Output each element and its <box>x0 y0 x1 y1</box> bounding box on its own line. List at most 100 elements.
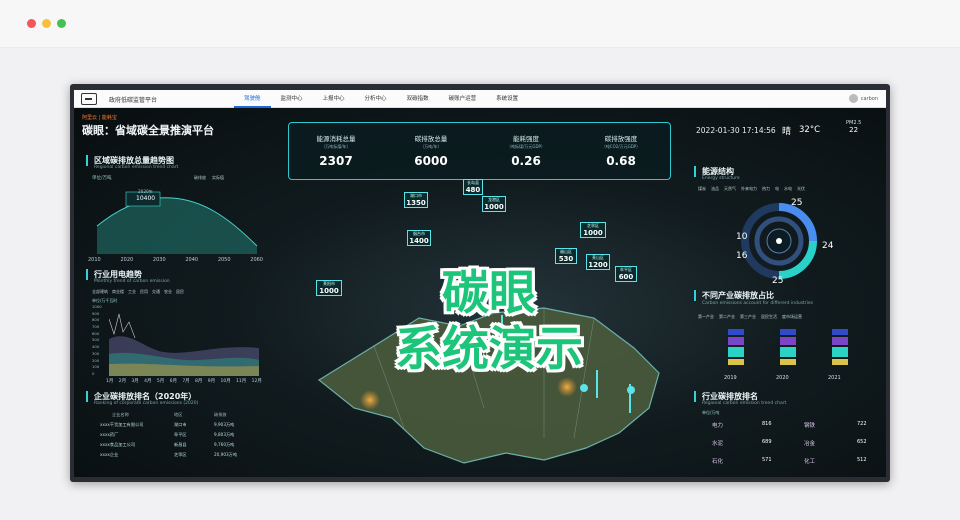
map-label[interactable]: 莱阳市 1000 <box>316 280 342 296</box>
ranking-subtitle: Ranking of corporate carbon emissions (2… <box>94 401 199 406</box>
tick-label: 6月 <box>169 379 177 384</box>
nav-settings[interactable]: 系统设置 <box>486 90 528 108</box>
nav-cockpit[interactable]: 驾驶舱 <box>234 90 271 108</box>
weather: 晴 <box>782 127 792 137</box>
emission: 9,803万吨 <box>214 432 235 437</box>
tick-label: 9月 <box>207 379 216 384</box>
tick-label: 0 <box>92 370 95 376</box>
industry-subtitle: Carbon emissions account for different i… <box>702 301 814 306</box>
tick-label: 2021 <box>828 375 841 381</box>
close-window-button[interactable] <box>27 19 36 28</box>
tick-label: 1000 <box>92 304 102 309</box>
tick-label: 500 <box>92 337 100 343</box>
company-name: xxxx企业 <box>100 452 119 457</box>
map-label[interactable]: 芝罘区 1000 <box>580 222 606 238</box>
map-label[interactable]: 湖口市 1350 <box>404 192 428 208</box>
nav-analysis[interactable]: 分析中心 <box>355 90 397 108</box>
tick-label: 2020 <box>776 375 789 381</box>
power-chart <box>109 313 259 376</box>
map-label[interactable]: 长岛县 480 <box>463 179 483 195</box>
legend-item: 第三产业 <box>740 314 756 319</box>
tick-label: 700 <box>92 324 100 330</box>
kpi-carbon-intensity: 碳排放强度 （吨CO2/万元GDP） 0.68 <box>586 133 656 168</box>
table-row[interactable]: xxxx干货加工有限公司 湖口市 9,903万吨 <box>94 420 264 430</box>
tick-label: 8月 <box>195 379 203 384</box>
legend-item: 民用 <box>140 289 148 294</box>
region: 芝罘区 <box>174 452 187 457</box>
kpi-value: 0.26 <box>511 154 541 168</box>
tick-label: 12月 <box>251 379 262 384</box>
tick-label: 2050 <box>217 257 231 263</box>
region: 新昌县 <box>174 442 187 447</box>
hotspot <box>557 377 577 397</box>
map-label[interactable]: 福山区 530 <box>555 248 577 264</box>
legend-item: 第二产业 <box>719 314 735 319</box>
legend-item: 煤炭 <box>698 186 706 191</box>
donut-value: 10 <box>736 232 748 242</box>
emission: 9,903万吨 <box>214 422 235 427</box>
tick-label: 2月 <box>118 379 127 384</box>
maximize-window-button[interactable] <box>57 19 66 28</box>
nav-carbon-account[interactable]: 碳账户运营 <box>439 90 487 108</box>
kpi-unit: （万吨/年） <box>420 144 442 149</box>
user-menu[interactable]: carbon <box>848 94 878 103</box>
nav-dual-carbon-index[interactable]: 双碳指数 <box>397 90 439 108</box>
energy-donut <box>741 203 817 279</box>
column-header: 碳排放 <box>214 412 227 417</box>
region: 阜平区 <box>174 432 187 437</box>
minimize-window-button[interactable] <box>42 19 51 28</box>
industry-value: 571 <box>762 457 772 463</box>
legend-item: 实际值 <box>212 175 224 180</box>
kpi-panel: 能源消耗总量 （万吨标煤/年） 2307 碳排放总量 （万吨/年） 6000 能… <box>288 122 671 180</box>
tick-label: 4月 <box>144 379 152 384</box>
map-label-value: 1350 <box>406 199 426 207</box>
table-row[interactable]: xxxx药厂 阜平区 9,803万吨 <box>94 430 264 440</box>
kpi-label: 碳排放强度 <box>604 135 638 143</box>
table-row[interactable]: xxxx企业 芝罘区 20,903万吨 <box>94 450 264 460</box>
brand-text: 阿里云 | 能耗宝 <box>82 115 117 121</box>
map-pin[interactable] <box>580 384 588 392</box>
main-menu: 驾驶舱 监测中心 上报中心 分析中心 双碳指数 碳账户运营 系统设置 <box>234 90 528 108</box>
map-label-value: 1000 <box>319 287 339 295</box>
company-name: xxxx食品加工公司 <box>100 442 136 447</box>
trend-subtitle: Regional carbon emission trend chart <box>94 165 179 170</box>
power-y-axis: 1000 900 800 700 600 500 400 300 200 100… <box>92 304 102 376</box>
bar-group <box>832 329 848 365</box>
tick-label: 2010 <box>88 257 101 263</box>
tick-label: 7月 <box>182 379 190 384</box>
map-label-value: 1400 <box>409 237 429 245</box>
tick-label: 2020 <box>120 257 134 263</box>
overlay-line2: 系统演示 <box>395 322 583 377</box>
trend-chart <box>96 191 258 254</box>
table-row[interactable]: xxxx食品加工公司 新昌县 9,760万吨 <box>94 440 264 450</box>
tick-label: 300 <box>92 350 100 356</box>
legend-item: 光伏 <box>797 186 805 191</box>
region: 湖口市 <box>174 422 187 427</box>
nav-reporting[interactable]: 上报中心 <box>313 90 355 108</box>
industry-name: 石化 <box>712 459 724 465</box>
map-label[interactable]: 龙港区 1000 <box>482 196 506 212</box>
power-x-axis: 1月 2月 3月 4月 5月 6月 7月 8月 9月 10月 11月 12月 <box>106 378 262 384</box>
ranking-table: 企业名称 地区 碳排放 xxxx干货加工有限公司 湖口市 9,903万吨 xxx… <box>94 410 264 460</box>
tick-label: 1月 <box>106 379 114 384</box>
company-name: xxxx药厂 <box>100 432 119 437</box>
industry-value: 512 <box>857 457 867 463</box>
kpi-carbon-total: 碳排放总量 （万吨/年） 6000 <box>396 133 466 168</box>
legend-item: 农业 <box>164 289 172 294</box>
nav-monitoring[interactable]: 监测中心 <box>271 90 313 108</box>
trend-area <box>97 197 257 254</box>
bar-group <box>780 329 796 365</box>
demo-overlay-title: 碳眼 系统演示 <box>349 266 629 378</box>
avatar <box>848 94 858 103</box>
industry-rank-unit: 单位/万吨 <box>702 410 720 415</box>
logo-icon <box>81 93 97 105</box>
window-chrome <box>0 0 960 48</box>
industry-bars <box>728 329 848 365</box>
table-header: 企业名称 地区 碳排放 <box>94 410 264 420</box>
map-label-value: 1000 <box>583 229 603 237</box>
industry-name: 电力 <box>712 423 724 429</box>
tick-label: 200 <box>92 357 100 363</box>
kpi-value: 6000 <box>414 154 448 168</box>
tick-label: 2019 <box>724 375 737 381</box>
map-label[interactable]: 烟台市 1400 <box>407 230 431 246</box>
